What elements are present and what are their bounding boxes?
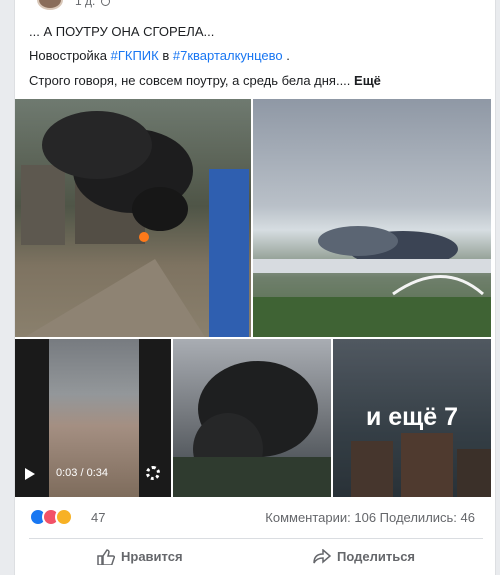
like-icon [97,549,115,565]
fire-photo-3[interactable] [173,339,331,497]
post-header: 1 д. [15,0,497,12]
like-label: Нравится [121,549,183,564]
reactions-count[interactable]: 47 [91,510,105,525]
fire-photo-3-art [173,361,331,497]
reactions-bar: 47 Комментарии: 106 Поделились: 46 [29,508,483,530]
globe-icon [101,0,110,6]
post-text-line-1: ... А ПОУТРУ ОНА СГОРЕЛА... [29,24,215,39]
post-text-body: Строго говоря, не совсем поутру, а средь… [29,73,355,88]
fire-photo-4[interactable]: и ещё 7 [333,339,491,497]
fire-photo-2[interactable] [253,99,491,337]
post-time[interactable]: 1 д. [75,0,95,8]
comments-shares-stats[interactable]: Комментарии: 106 Поделились: 46 [265,510,475,525]
hashtag-7kvartal[interactable]: #7кварталкунцево [173,48,283,63]
author-avatar[interactable] [37,0,63,10]
gear-icon[interactable] [146,466,160,480]
video-time: 0:03 / 0:34 [56,467,108,479]
video-controls: 0:03 / 0:34 [25,465,165,483]
text-suffix: . [282,48,290,63]
fire-photo-1[interactable] [15,99,251,337]
post-text-line-3: Строго говоря, не совсем поутру, а средь… [29,73,381,89]
facebook-post-card: 1 д. ... А ПОУТРУ ОНА СГОРЕЛА... Новостр… [14,0,496,575]
play-icon[interactable] [25,468,35,480]
hashtag-gkpik[interactable]: #ГКПИК [111,48,159,63]
fire-photo-2-art [253,226,491,337]
text-mid: в [158,48,173,63]
fire-video-thumbnail[interactable]: 0:03 / 0:34 [15,339,171,497]
more-photos-label[interactable]: и ещё 7 [333,403,491,432]
text-prefix: Новостройка [29,48,111,63]
share-label: Поделиться [337,549,416,564]
share-icon [313,549,331,564]
fire-photo-1-art [21,111,249,337]
wow-reaction-icon[interactable] [55,508,73,526]
post-text-line-2: Новостройка #ГКПИК в #7кварталкунцево . [29,48,290,64]
see-more-link[interactable]: Ещё [354,73,381,88]
divider [29,538,483,539]
